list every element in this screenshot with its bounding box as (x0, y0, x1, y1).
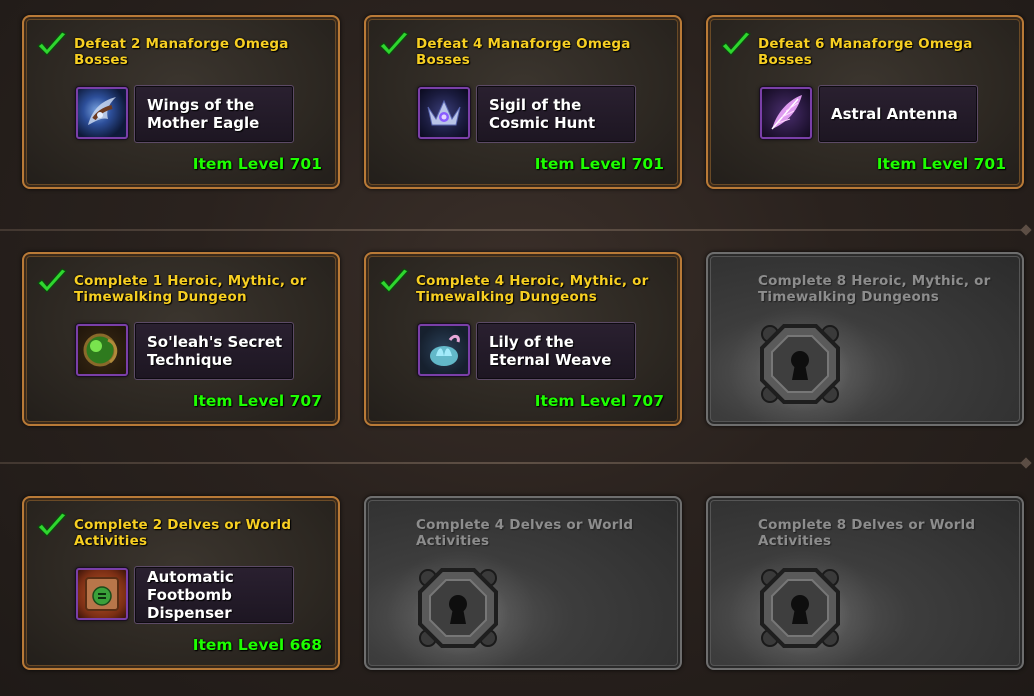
vault-slot-dungeon-2[interactable]: Complete 4 Heroic, Mythic, or Timewalkin… (364, 252, 682, 426)
padlock-icon (760, 568, 840, 648)
item-level-label: Item Level 701 (876, 155, 1006, 173)
checkmark-icon (37, 512, 67, 537)
item-level-label: Item Level 701 (192, 155, 322, 173)
slot-title: Complete 2 Delves or World Activities (74, 517, 292, 549)
item-level-label: Item Level 668 (192, 636, 322, 654)
checkmark-icon (37, 31, 67, 56)
vault-slot-world-1[interactable]: Complete 2 Delves or World Activities Au… (22, 496, 340, 670)
sigil-icon[interactable] (418, 87, 470, 139)
item-level-label: Item Level 707 (534, 392, 664, 410)
reward-item-box[interactable]: Automatic Footbomb Dispenser (134, 566, 294, 624)
lily-icon[interactable] (418, 324, 470, 376)
vault-slot-dungeon-3[interactable]: Complete 8 Heroic, Mythic, or Timewalkin… (706, 252, 1024, 426)
reward-item-box[interactable]: Astral Antenna (818, 85, 978, 143)
checkmark-icon (37, 268, 67, 293)
reward-item-box[interactable]: Lily of the Eternal Weave (476, 322, 636, 380)
reward-item-name: Wings of the Mother Eagle (147, 96, 260, 132)
reward-item-box[interactable]: Sigil of the Cosmic Hunt (476, 85, 636, 143)
slot-title: Complete 4 Heroic, Mythic, or Timewalkin… (416, 273, 649, 305)
green-orb-icon[interactable] (76, 324, 128, 376)
reward-item-name: Lily of the Eternal Weave (489, 333, 612, 369)
slot-title: Complete 4 Delves or World Activities (416, 517, 634, 549)
reward-item-name: Astral Antenna (831, 105, 958, 123)
row-divider-1 (0, 229, 1026, 231)
padlock-icon (760, 324, 840, 404)
vault-slot-world-2[interactable]: Complete 4 Delves or World Activities (364, 496, 682, 670)
slot-title: Defeat 2 Manaforge Omega Bosses (74, 36, 289, 68)
footbomb-icon[interactable] (76, 568, 128, 620)
checkmark-icon (379, 268, 409, 293)
reward-item-name: So'leah's Secret Technique (147, 333, 283, 369)
slot-title: Complete 8 Heroic, Mythic, or Timewalkin… (758, 273, 991, 305)
vault-slot-raid-3[interactable]: Defeat 6 Manaforge Omega Bosses Astral A… (706, 15, 1024, 189)
item-level-label: Item Level 701 (534, 155, 664, 173)
row-divider-2 (0, 462, 1026, 464)
vault-slot-dungeon-1[interactable]: Complete 1 Heroic, Mythic, or Timewalkin… (22, 252, 340, 426)
slot-title: Defeat 6 Manaforge Omega Bosses (758, 36, 973, 68)
feather-icon[interactable] (760, 87, 812, 139)
slot-title: Defeat 4 Manaforge Omega Bosses (416, 36, 631, 68)
vault-slot-raid-1[interactable]: Defeat 2 Manaforge Omega Bosses Wings of… (22, 15, 340, 189)
slot-title: Complete 8 Delves or World Activities (758, 517, 976, 549)
checkmark-icon (379, 31, 409, 56)
reward-item-name: Automatic Footbomb Dispenser (147, 568, 234, 622)
slot-title: Complete 1 Heroic, Mythic, or Timewalkin… (74, 273, 307, 305)
vault-slot-world-3[interactable]: Complete 8 Delves or World Activities (706, 496, 1024, 670)
wings-icon[interactable] (76, 87, 128, 139)
reward-item-box[interactable]: Wings of the Mother Eagle (134, 85, 294, 143)
checkmark-icon (721, 31, 751, 56)
reward-item-name: Sigil of the Cosmic Hunt (489, 96, 596, 132)
vault-slot-raid-2[interactable]: Defeat 4 Manaforge Omega Bosses Sigil of… (364, 15, 682, 189)
reward-item-box[interactable]: So'leah's Secret Technique (134, 322, 294, 380)
padlock-icon (418, 568, 498, 648)
item-level-label: Item Level 707 (192, 392, 322, 410)
